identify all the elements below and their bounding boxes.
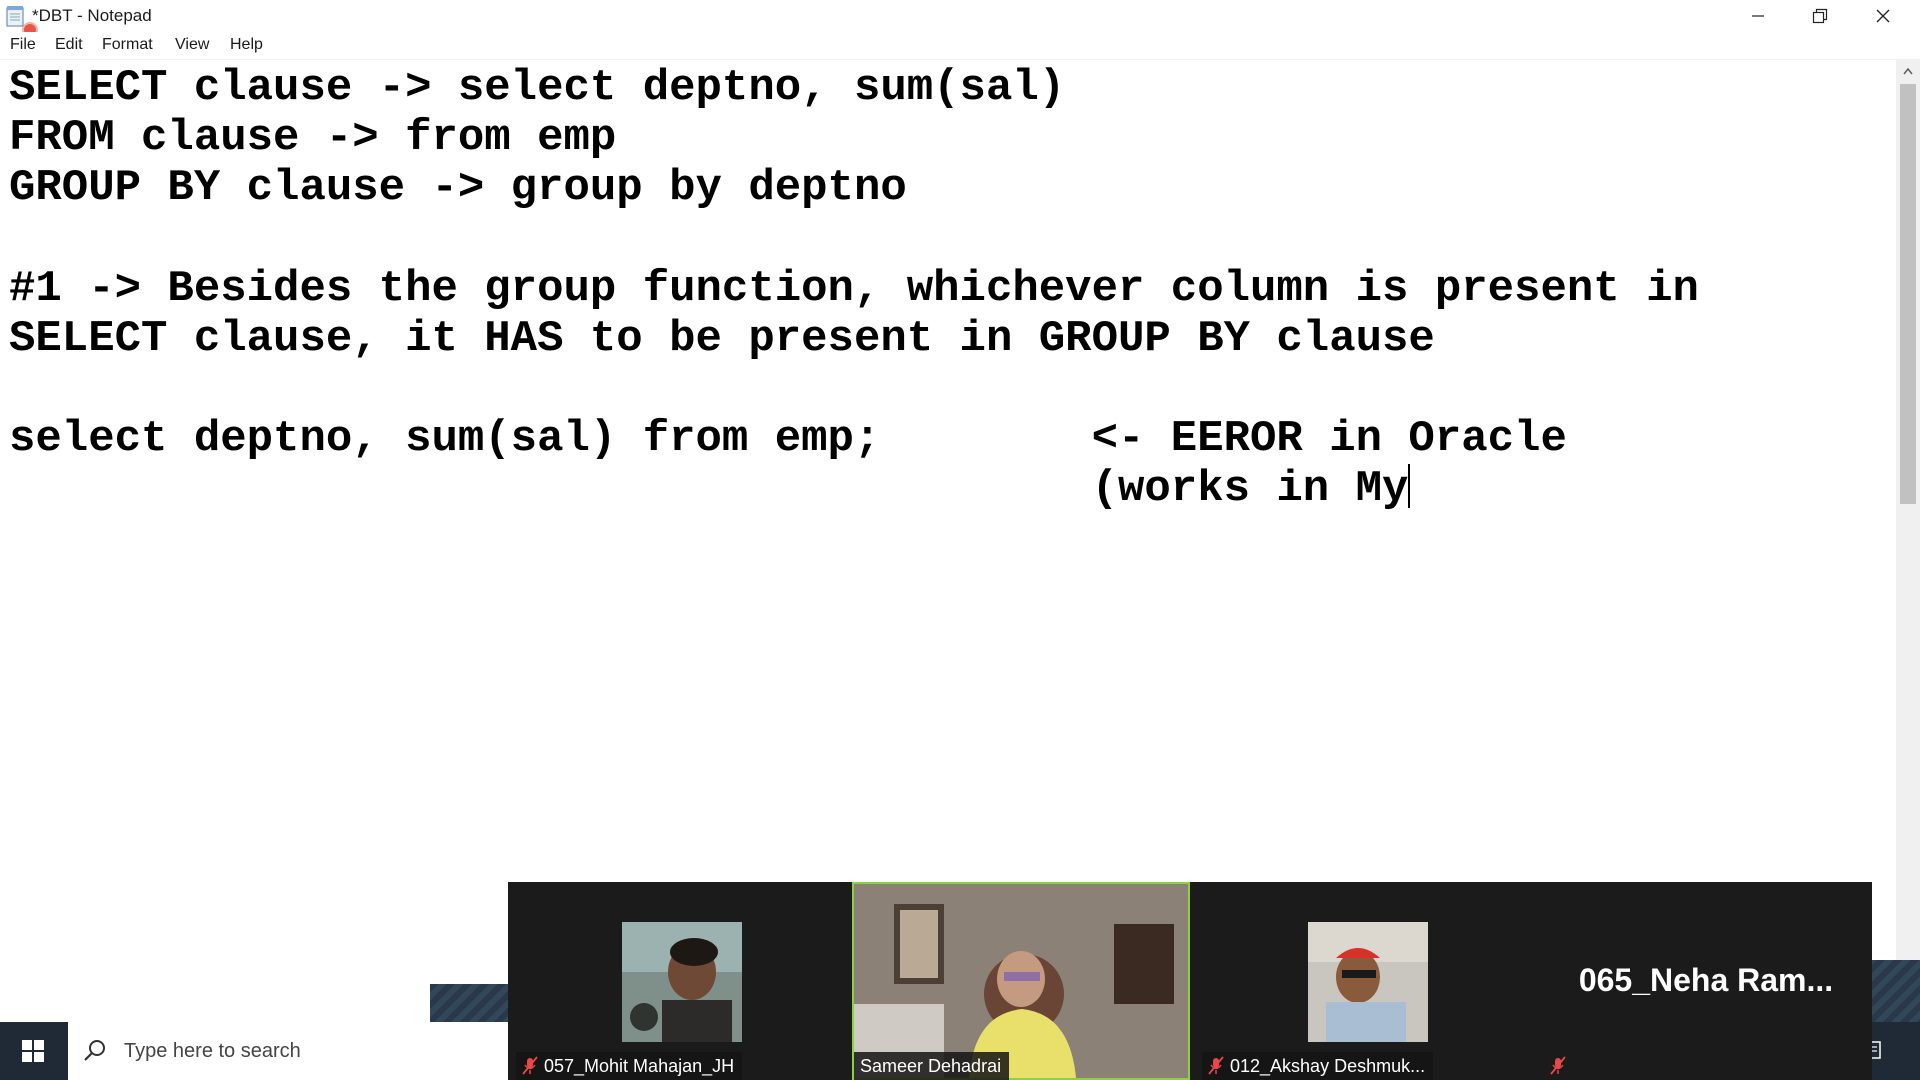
editor-line: SELECT clause -> select deptno, sum(sal) bbox=[9, 63, 1066, 113]
participant-name: 012_Akshay Deshmuk... bbox=[1230, 1056, 1426, 1076]
participant-name-label bbox=[1544, 1052, 1574, 1080]
start-button[interactable] bbox=[0, 1022, 66, 1080]
scroll-up-button[interactable] bbox=[1896, 60, 1920, 82]
participant-name-label: 057_Mohit Mahajan_JH bbox=[516, 1052, 743, 1080]
notepad-icon bbox=[6, 6, 24, 27]
vertical-scrollbar[interactable] bbox=[1896, 60, 1920, 1020]
scrollbar-thumb[interactable] bbox=[1900, 84, 1916, 504]
minimize-button[interactable] bbox=[1727, 0, 1789, 32]
search-placeholder: Type here to search bbox=[124, 1040, 301, 1062]
title-bar[interactable]: *DBT - Notepad bbox=[0, 0, 1920, 38]
editor-line: FROM clause -> from emp bbox=[9, 113, 617, 163]
editor-line: SELECT clause, it HAS to be present in G… bbox=[9, 314, 1435, 364]
window-title: *DBT - Notepad bbox=[32, 6, 152, 25]
menu-bar: File Edit Format View Help bbox=[0, 32, 1920, 60]
menu-edit[interactable]: Edit bbox=[55, 36, 83, 54]
participant-video bbox=[622, 922, 742, 1042]
close-icon bbox=[1876, 9, 1890, 23]
windows-logo-icon bbox=[22, 1040, 44, 1062]
menu-format[interactable]: Format bbox=[102, 36, 153, 54]
close-button[interactable] bbox=[1852, 0, 1914, 32]
active-speaker-tile[interactable]: Sameer Dehadrai bbox=[852, 882, 1190, 1080]
participant-tile[interactable]: 065_Neha Ram... bbox=[1536, 882, 1872, 1080]
participant-tile[interactable]: 057_Mohit Mahajan_JH bbox=[508, 882, 848, 1080]
chevron-up-icon bbox=[1903, 67, 1913, 75]
participant-name-placeholder: 065_Neha Ram... bbox=[1578, 962, 1834, 998]
editor-line: GROUP BY clause -> group by deptno bbox=[9, 163, 907, 213]
menu-help[interactable]: Help bbox=[230, 36, 263, 54]
muted-microphone-icon bbox=[1208, 1056, 1224, 1075]
muted-microphone-icon bbox=[1550, 1056, 1566, 1075]
editor-line: (works in My bbox=[9, 464, 1409, 514]
background-window-edge bbox=[430, 984, 510, 1024]
editor-line: select deptno, sum(sal) from emp; <- EER… bbox=[9, 414, 1567, 464]
participant-name: 057_Mohit Mahajan_JH bbox=[544, 1056, 735, 1076]
minimize-icon bbox=[1752, 15, 1764, 17]
meeting-video-strip: 057_Mohit Mahajan_JH Sameer Dehadrai 012… bbox=[508, 882, 1872, 1080]
text-caret bbox=[1408, 464, 1411, 508]
participant-name-label: 012_Akshay Deshmuk... bbox=[1202, 1052, 1434, 1080]
restore-icon bbox=[1812, 8, 1828, 24]
participant-name: Sameer Dehadrai bbox=[860, 1056, 1002, 1076]
restore-button[interactable] bbox=[1789, 0, 1851, 32]
muted-microphone-icon bbox=[522, 1056, 538, 1075]
search-icon bbox=[84, 1040, 105, 1061]
editor-line: #1 -> Besides the group function, whiche… bbox=[9, 264, 1699, 314]
participant-video bbox=[1308, 922, 1428, 1042]
participant-tile[interactable]: 012_Akshay Deshmuk... bbox=[1194, 882, 1532, 1080]
menu-file[interactable]: File bbox=[10, 36, 36, 54]
taskbar-search-box[interactable]: Type here to search bbox=[68, 1022, 508, 1080]
participant-name-label: Sameer Dehadrai bbox=[854, 1052, 1010, 1080]
editor-line-with-caret: (works in My bbox=[9, 464, 1411, 514]
menu-view[interactable]: View bbox=[175, 36, 209, 54]
participant-video bbox=[854, 884, 1188, 1078]
